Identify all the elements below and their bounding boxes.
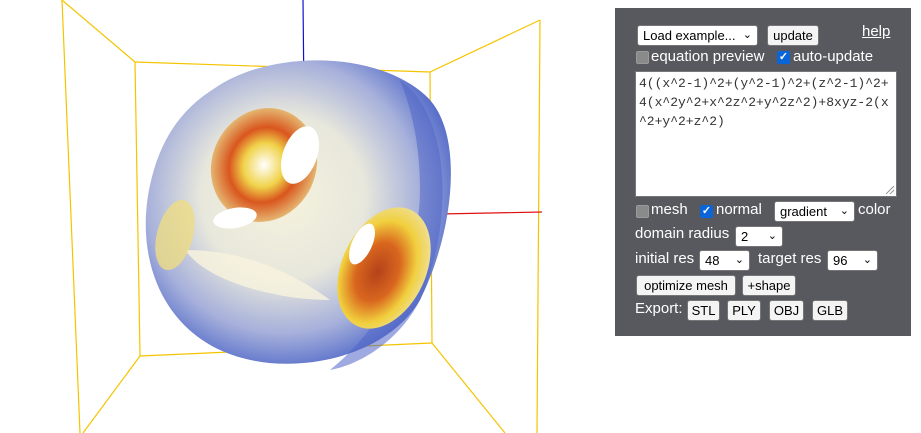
check-icon: ✓ [701,205,712,217]
mesh-checkbox[interactable] [636,205,649,218]
export-glb-button[interactable]: GLB [812,300,848,321]
help-link[interactable]: help [862,23,890,40]
implicit-surface [145,60,451,370]
auto-update-label: auto-update [793,48,874,65]
3d-viewport[interactable] [0,0,600,433]
color-mode-select[interactable]: gradient ⌄ [774,201,855,222]
domain-radius-select[interactable]: 2 ⌄ [735,226,783,247]
target-res-value: 96 [833,253,848,268]
initial-res-value: 48 [705,253,720,268]
load-example-value: Load example... [643,28,736,43]
chevron-down-icon: ⌄ [767,230,777,242]
chevron-down-icon: ⌄ [862,254,872,266]
normal-checkbox[interactable]: ✓ [700,205,713,218]
x-axis [439,211,543,215]
chevron-down-icon: ⌄ [742,29,752,41]
chevron-down-icon: ⌄ [839,205,849,217]
update-button[interactable]: update [767,25,819,46]
export-label: Export: [635,300,683,317]
add-shape-button[interactable]: +shape [742,275,796,296]
initial-res-label: initial res [635,250,695,267]
color-label: color [858,201,891,218]
mesh-label: mesh [651,201,688,218]
chevron-down-icon: ⌄ [734,254,744,266]
initial-res-select[interactable]: 48 ⌄ [699,250,750,271]
target-res-select[interactable]: 96 ⌄ [827,250,878,271]
equation-preview-checkbox[interactable] [636,51,649,64]
export-ply-button[interactable]: PLY [727,300,761,321]
normal-label: normal [716,201,762,218]
equation-text: 4((x^2-1)^2+(y^2-1)^2+(z^2-1)^2+4(x^2y^2… [639,76,889,129]
target-res-label: target res [758,250,822,267]
color-mode-value: gradient [780,204,827,219]
export-obj-button[interactable]: OBJ [769,300,804,321]
equation-textarea[interactable]: 4((x^2-1)^2+(y^2-1)^2+(z^2-1)^2+4(x^2y^2… [635,71,897,197]
domain-radius-value: 2 [741,229,749,244]
optimize-mesh-button[interactable]: optimize mesh [636,275,736,296]
load-example-select[interactable]: Load example... ⌄ [637,25,758,46]
export-stl-button[interactable]: STL [687,300,720,321]
check-icon: ✓ [778,51,789,63]
control-panel: Load example... ⌄ update help equation p… [615,8,911,336]
domain-radius-label: domain radius [635,225,730,242]
resize-grip-icon[interactable] [886,186,894,194]
auto-update-checkbox[interactable]: ✓ [777,51,790,64]
equation-preview-label: equation preview [651,48,765,65]
